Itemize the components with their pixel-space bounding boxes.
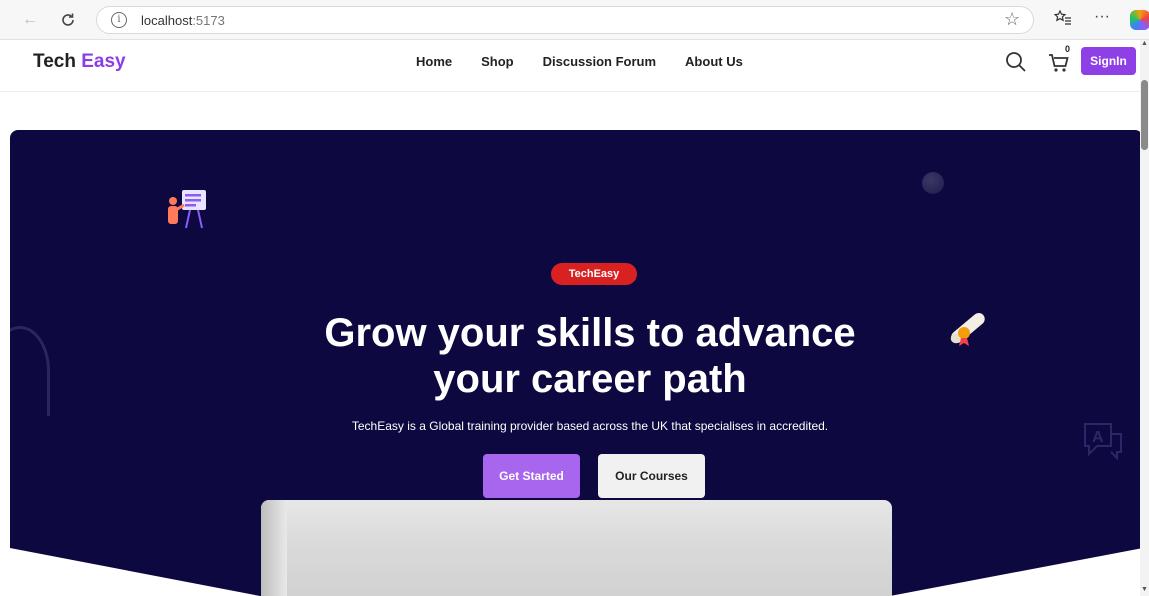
- nav-home[interactable]: Home: [416, 54, 452, 69]
- scrollbar-thumb[interactable]: [1141, 80, 1148, 150]
- get-started-button[interactable]: Get Started: [483, 454, 580, 498]
- our-courses-button[interactable]: Our Courses: [598, 454, 705, 498]
- teacher-presentation-icon: [166, 188, 210, 237]
- translate-icon: A: [1081, 420, 1125, 469]
- url-text: localhost:5173: [141, 13, 225, 28]
- scroll-down-icon[interactable]: ▼: [1140, 586, 1149, 596]
- copilot-icon[interactable]: [1130, 10, 1149, 30]
- logo[interactable]: Tech Easy: [33, 51, 126, 73]
- signin-button[interactable]: SignIn: [1081, 47, 1136, 75]
- decorative-circle: [922, 172, 944, 194]
- cart-count: 0: [1065, 44, 1071, 54]
- nav-shop[interactable]: Shop: [481, 54, 514, 69]
- favorites-icon[interactable]: [1053, 9, 1072, 31]
- scroll-up-icon[interactable]: ▲: [1140, 40, 1149, 50]
- nav-about-us[interactable]: About Us: [685, 54, 743, 69]
- hero-subtext: TechEasy is a Global training provider b…: [351, 419, 829, 433]
- info-icon[interactable]: i: [111, 12, 127, 28]
- svg-text:A: A: [1092, 429, 1104, 446]
- nav-discussion-forum[interactable]: Discussion Forum: [543, 54, 656, 69]
- hero-headline: Grow your skills to advance your career …: [324, 311, 856, 401]
- page-scrollbar[interactable]: ▲ ▼: [1140, 40, 1149, 596]
- hero-section: A TechEasy Grow your skills to advance y…: [10, 130, 1143, 596]
- hero-image: [261, 500, 892, 596]
- more-icon[interactable]: ···: [1094, 8, 1110, 26]
- search-icon[interactable]: [1004, 50, 1028, 74]
- hero-image-edge: [261, 500, 287, 596]
- hero-badge: TechEasy: [551, 263, 637, 285]
- address-bar[interactable]: i localhost:5173: [96, 6, 1034, 34]
- site-header: Tech Easy Home Shop Discussion Forum Abo…: [0, 40, 1140, 92]
- browser-toolbar: ← i localhost:5173 ☆ ···: [0, 0, 1149, 40]
- main-nav: Home Shop Discussion Forum About Us: [416, 54, 743, 69]
- star-icon[interactable]: ☆: [1004, 9, 1020, 30]
- reload-icon[interactable]: [56, 8, 80, 32]
- back-icon[interactable]: ←: [18, 8, 42, 32]
